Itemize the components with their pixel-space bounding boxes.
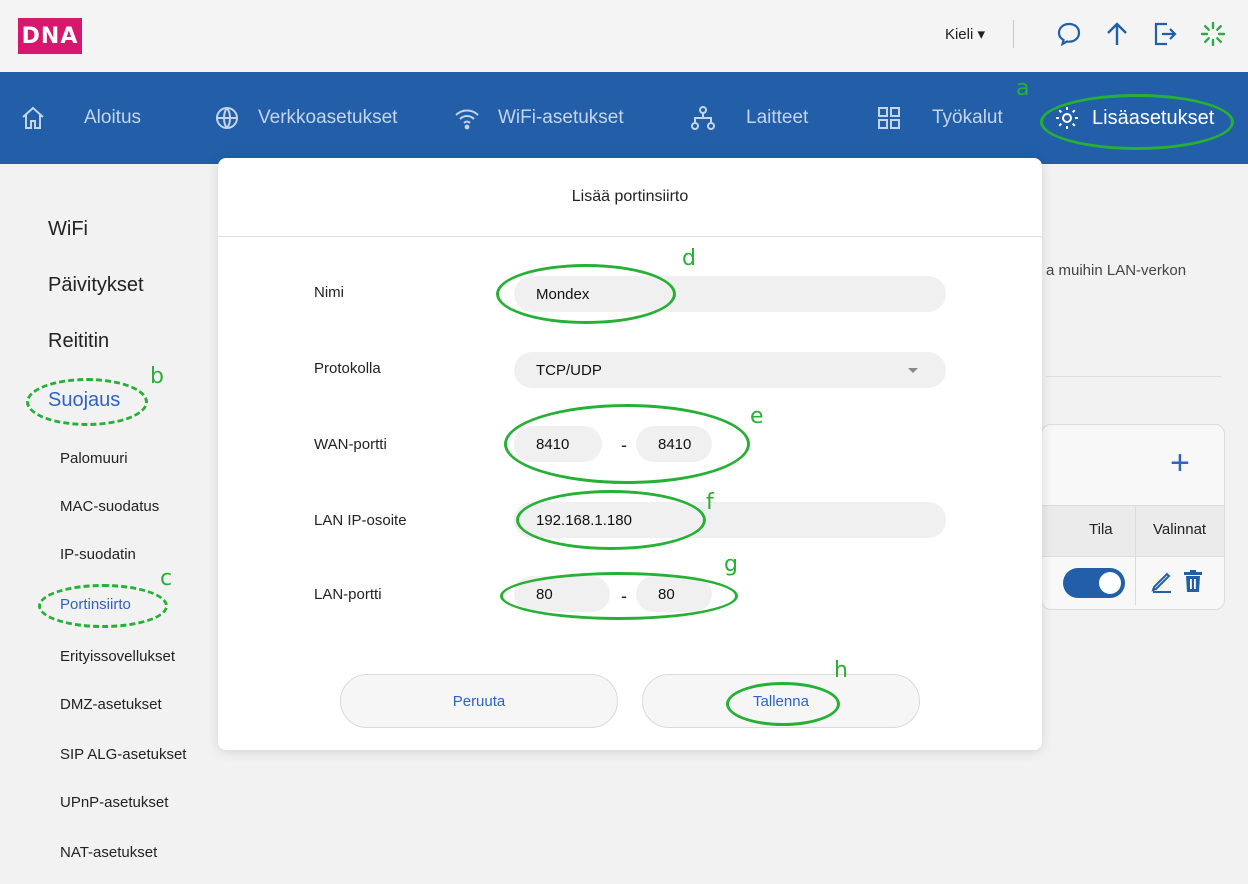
sidebar-subitem-nat-asetukset[interactable]: NAT-asetukset	[60, 844, 157, 861]
top-tools: Kieli ▾	[945, 14, 1228, 54]
column-header-valinnat: Valinnat	[1153, 521, 1207, 538]
edit-icon[interactable]	[1149, 568, 1175, 594]
column-divider	[1135, 505, 1136, 605]
nav-label: Aloitus	[84, 107, 142, 128]
annotation-letter-h: h	[834, 658, 848, 683]
annotation-ring-g	[500, 572, 738, 620]
globe-icon	[216, 107, 238, 129]
lan-port-label: LAN-portti	[314, 586, 382, 603]
grid-icon	[878, 107, 900, 129]
nav-label: Työkalut	[932, 107, 1003, 128]
divider	[1046, 376, 1221, 377]
chevron-down-icon	[908, 368, 918, 373]
sidebar: WiFi Päivitykset Reititin Suojaus Palomu…	[0, 164, 230, 884]
protocol-label: Protokolla	[314, 360, 381, 377]
annotation-letter-e: e	[750, 404, 764, 429]
annotation-ring-f	[516, 490, 706, 550]
nav-item-wifi-asetukset[interactable]: WiFi-asetukset	[454, 100, 624, 136]
sidebar-subitem-dmz-asetukset[interactable]: DMZ-asetukset	[60, 696, 162, 713]
name-label: Nimi	[314, 284, 344, 301]
sidebar-subitem-ip-suodatin[interactable]: IP-suodatin	[60, 546, 136, 563]
nav-item-laitteet[interactable]: Laitteet	[690, 100, 808, 136]
spinner-icon	[1198, 19, 1228, 49]
lan-ip-label: LAN IP-osoite	[314, 512, 407, 529]
language-selector[interactable]: Kieli ▾	[945, 25, 985, 43]
logout-icon[interactable]	[1150, 19, 1180, 49]
sidebar-item-wifi[interactable]: WiFi	[48, 218, 88, 241]
annotation-ring-d	[496, 264, 676, 324]
annotation-ring-c	[38, 584, 168, 628]
annotation-ring-b	[26, 378, 148, 426]
wifi-icon	[455, 109, 479, 130]
chat-bubble-icon[interactable]	[1054, 19, 1084, 49]
page-description-fragment: a muihin LAN-verkon	[1046, 262, 1187, 279]
sidebar-item-reititin[interactable]: Reititin	[48, 330, 109, 353]
nav-item-aloitus[interactable]: Aloitus	[20, 100, 141, 136]
annotation-ring-e	[504, 404, 750, 484]
wan-port-label: WAN-portti	[314, 436, 387, 453]
top-bar: DNA Kieli ▾	[0, 0, 1248, 72]
nav-label: Verkkoasetukset	[258, 107, 398, 128]
annotation-letter-a: a	[1016, 76, 1030, 101]
sidebar-item-paivitykset[interactable]: Päivitykset	[48, 274, 144, 297]
protocol-value: TCP/UDP	[536, 361, 602, 379]
table-header: Tila Valinnat	[1041, 505, 1224, 557]
annotation-letter-f: f	[706, 490, 714, 515]
sidebar-subitem-upnp-asetukset[interactable]: UPnP-asetukset	[60, 794, 168, 811]
sidebar-subitem-palomuuri[interactable]: Palomuuri	[60, 450, 128, 467]
dna-logo: DNA	[18, 18, 82, 54]
nav-item-verkkoasetukset[interactable]: Verkkoasetukset	[214, 100, 397, 136]
nav-label: Laitteet	[746, 107, 809, 128]
router-admin-screen: DNA Kieli ▾ Aloitus Verkkoasetukset WiFi…	[0, 0, 1248, 884]
cancel-button[interactable]: Peruuta	[340, 674, 618, 728]
protocol-select[interactable]: TCP/UDP	[514, 352, 946, 388]
annotation-letter-b: b	[150, 364, 164, 389]
rule-enabled-toggle[interactable]	[1063, 568, 1125, 598]
annotation-letter-g: g	[724, 552, 738, 577]
annotation-letter-d: d	[682, 246, 696, 271]
nav-item-tyokalut[interactable]: Työkalut	[876, 100, 1003, 136]
trash-icon[interactable]	[1180, 568, 1206, 594]
annotation-ring-a	[1040, 94, 1234, 150]
sidebar-subitem-mac-suodatus[interactable]: MAC-suodatus	[60, 498, 159, 515]
dialog-title: Lisää portinsiirto	[571, 188, 689, 205]
toolbar-divider	[1013, 20, 1014, 48]
annotation-letter-c: c	[160, 566, 173, 591]
arrow-up-icon[interactable]	[1102, 19, 1132, 49]
sidebar-subitem-erityissovellukset[interactable]: Erityissovellukset	[60, 648, 175, 665]
devices-icon	[691, 106, 715, 130]
dialog-divider	[218, 236, 1042, 237]
sidebar-subitem-sip-alg-asetukset[interactable]: SIP ALG-asetukset	[60, 746, 186, 763]
annotation-ring-h	[726, 682, 840, 726]
column-header-tila: Tila	[1089, 521, 1113, 538]
add-rule-button[interactable]: +	[1170, 446, 1190, 480]
home-icon	[22, 106, 44, 129]
nav-label: WiFi-asetukset	[498, 107, 624, 128]
